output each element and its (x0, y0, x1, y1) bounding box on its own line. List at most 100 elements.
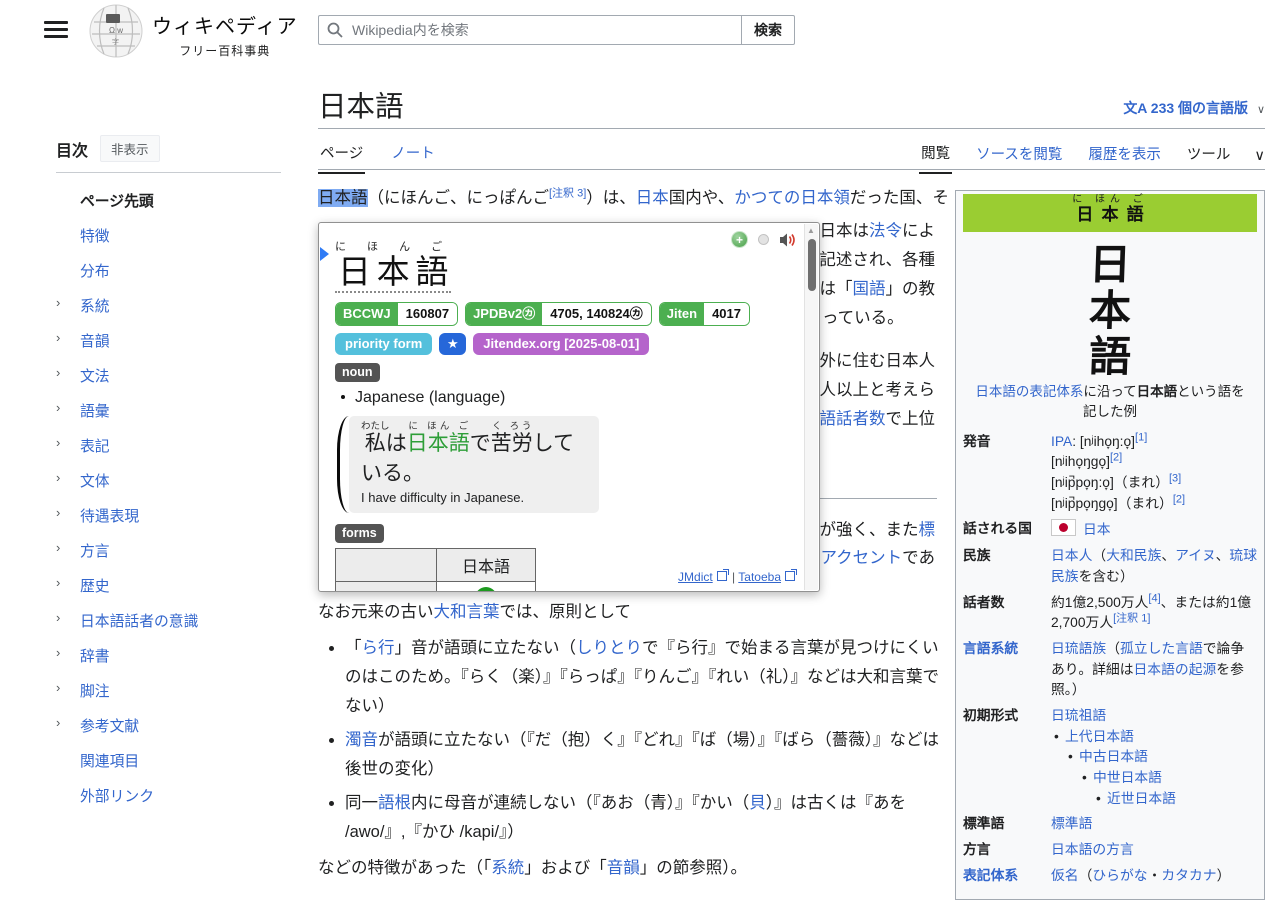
link[interactable]: 日本 (636, 189, 669, 207)
reference-link[interactable]: [3] (1169, 472, 1181, 484)
toc-item[interactable]: ›辞書 (56, 638, 281, 673)
chevron-right-icon[interactable]: › (56, 610, 60, 625)
tab-talk[interactable]: ノート (389, 138, 437, 174)
toc-item[interactable]: ›音韻 (56, 323, 281, 358)
toc-item[interactable]: ›語彙 (56, 393, 281, 428)
chevron-right-icon[interactable]: › (56, 715, 60, 730)
search-bar: 検索 (318, 15, 795, 45)
infobox-label[interactable]: 言語系統 (963, 639, 1051, 660)
toc-item[interactable]: ページ先頭 (56, 183, 281, 218)
search-input[interactable] (350, 21, 741, 39)
tab-history[interactable]: 履歴を表示 (1086, 139, 1163, 173)
text: なお元来の古い (318, 603, 434, 621)
reference-link[interactable]: [2] (1110, 452, 1122, 464)
link[interactable]: 貝 (749, 794, 766, 812)
link[interactable]: 日本語の方言 (1051, 842, 1134, 857)
toc-item[interactable]: ›歴史 (56, 568, 281, 603)
link[interactable]: ひらがな (1092, 868, 1147, 883)
toc-item[interactable]: 外部リンク (56, 778, 281, 813)
chevron-right-icon[interactable]: › (56, 505, 60, 520)
link[interactable]: 日琉祖語 (1051, 708, 1106, 723)
link[interactable]: 標 (919, 521, 936, 539)
link[interactable]: 標準語 (1051, 816, 1092, 831)
link[interactable]: 日本語の起源 (1134, 662, 1217, 677)
reference-link[interactable]: [1] (1135, 431, 1147, 443)
link[interactable]: 中世日本語 (1093, 770, 1162, 785)
link[interactable]: 近世日本語 (1107, 791, 1176, 806)
tab-read[interactable]: 閲覧 (919, 138, 952, 174)
wikipedia-wordmark[interactable]: ウィキペディア フリー百科事典 (152, 10, 298, 59)
main-menu-icon[interactable] (44, 21, 68, 39)
link[interactable]: 法令 (869, 222, 902, 240)
toc-item[interactable]: ›脚注 (56, 673, 281, 708)
chevron-right-icon[interactable]: › (56, 680, 60, 695)
link[interactable]: 上代日本語 (1065, 729, 1134, 744)
toc-item[interactable]: ›文体 (56, 463, 281, 498)
link[interactable]: アイヌ (1175, 548, 1215, 563)
toc-item[interactable]: ›方言 (56, 533, 281, 568)
star-icon[interactable]: ★ (439, 333, 466, 355)
chevron-right-icon[interactable]: › (56, 575, 60, 590)
text: に沿って (1083, 384, 1136, 399)
link[interactable]: 日本語の表記体系 (975, 384, 1083, 399)
toc-item[interactable]: ›待遇表現 (56, 498, 281, 533)
svg-text:字: 字 (112, 37, 119, 46)
scrollbar-thumb[interactable] (808, 239, 816, 291)
chevron-right-icon[interactable]: › (56, 330, 60, 345)
toc-item[interactable]: ›日本語話者の意識 (56, 603, 281, 638)
tab-view-source[interactable]: ソースを閲覧 (974, 139, 1064, 173)
reference-link[interactable]: [2] (1173, 493, 1185, 505)
link[interactable]: ら行 (362, 639, 395, 657)
reference-link[interactable]: [4] (1148, 592, 1160, 604)
tab-tools[interactable]: ツール (1185, 139, 1233, 173)
tatoeba-link[interactable]: Tatoeba (738, 570, 781, 584)
link[interactable]: 音韻 (607, 859, 640, 877)
reference-link[interactable]: [注釈 1] (1113, 613, 1150, 625)
link[interactable]: 仮名 (1051, 868, 1079, 883)
chevron-right-icon[interactable]: › (56, 435, 60, 450)
popup-scrollbar[interactable]: ▲ (804, 224, 818, 590)
chevron-right-icon[interactable]: › (56, 540, 60, 555)
jmdict-link[interactable]: JMdict (678, 570, 713, 584)
tab-page[interactable]: ページ (318, 138, 365, 174)
scroll-up-icon[interactable]: ▲ (807, 226, 815, 235)
bullet-icon (341, 395, 345, 399)
chevron-right-icon[interactable]: › (56, 645, 60, 660)
link[interactable]: 大和民族 (1106, 548, 1161, 563)
title-divider (318, 128, 1265, 129)
chevron-right-icon[interactable]: › (56, 365, 60, 380)
toc-item[interactable]: 関連項目 (56, 743, 281, 778)
link[interactable]: 語根 (378, 794, 411, 812)
link[interactable]: 大和言葉 (434, 603, 500, 621)
headword[interactable]: 日本語に ほ ん ご (335, 241, 801, 293)
link[interactable]: 日本人 (1051, 548, 1092, 563)
toc-item[interactable]: ›表記 (56, 428, 281, 463)
toc-hide-button[interactable]: 非表示 (100, 135, 160, 162)
link[interactable]: しりとり (576, 639, 642, 657)
toc-item[interactable]: 分布 (56, 253, 281, 288)
infobox-label[interactable]: 表記体系 (963, 866, 1051, 887)
link[interactable]: 孤立した言語 (1120, 641, 1203, 656)
language-versions-button[interactable]: 文A 233 個の言語版 ∨ (1123, 98, 1265, 118)
link[interactable]: カタカナ (1161, 868, 1216, 883)
chevron-right-icon[interactable]: › (56, 400, 60, 415)
link[interactable]: IPA (1051, 434, 1072, 449)
link[interactable]: 日本 (1083, 522, 1111, 537)
toc-item[interactable]: 特徴 (56, 218, 281, 253)
link[interactable]: 濁音 (345, 731, 378, 749)
link[interactable]: 中古日本語 (1079, 749, 1148, 764)
search-button[interactable]: 検索 (741, 15, 795, 45)
link[interactable]: 系統 (491, 859, 524, 877)
reference-link[interactable]: [注釈 3] (549, 188, 586, 200)
chevron-right-icon[interactable]: › (56, 470, 60, 485)
wikipedia-logo[interactable]: Ω w 字 (88, 2, 144, 65)
link[interactable]: 国語 (853, 280, 886, 298)
article-line: アクセントであ (820, 544, 935, 573)
toc-item[interactable]: ›文法 (56, 358, 281, 393)
toc-item[interactable]: ›参考文献 (56, 708, 281, 743)
link[interactable]: かつての日本領 (734, 189, 850, 207)
chevron-right-icon[interactable]: › (56, 295, 60, 310)
toc-item[interactable]: ›系統 (56, 288, 281, 323)
link[interactable]: 日琉語族 (1051, 641, 1106, 656)
link[interactable]: アクセント (820, 549, 902, 567)
